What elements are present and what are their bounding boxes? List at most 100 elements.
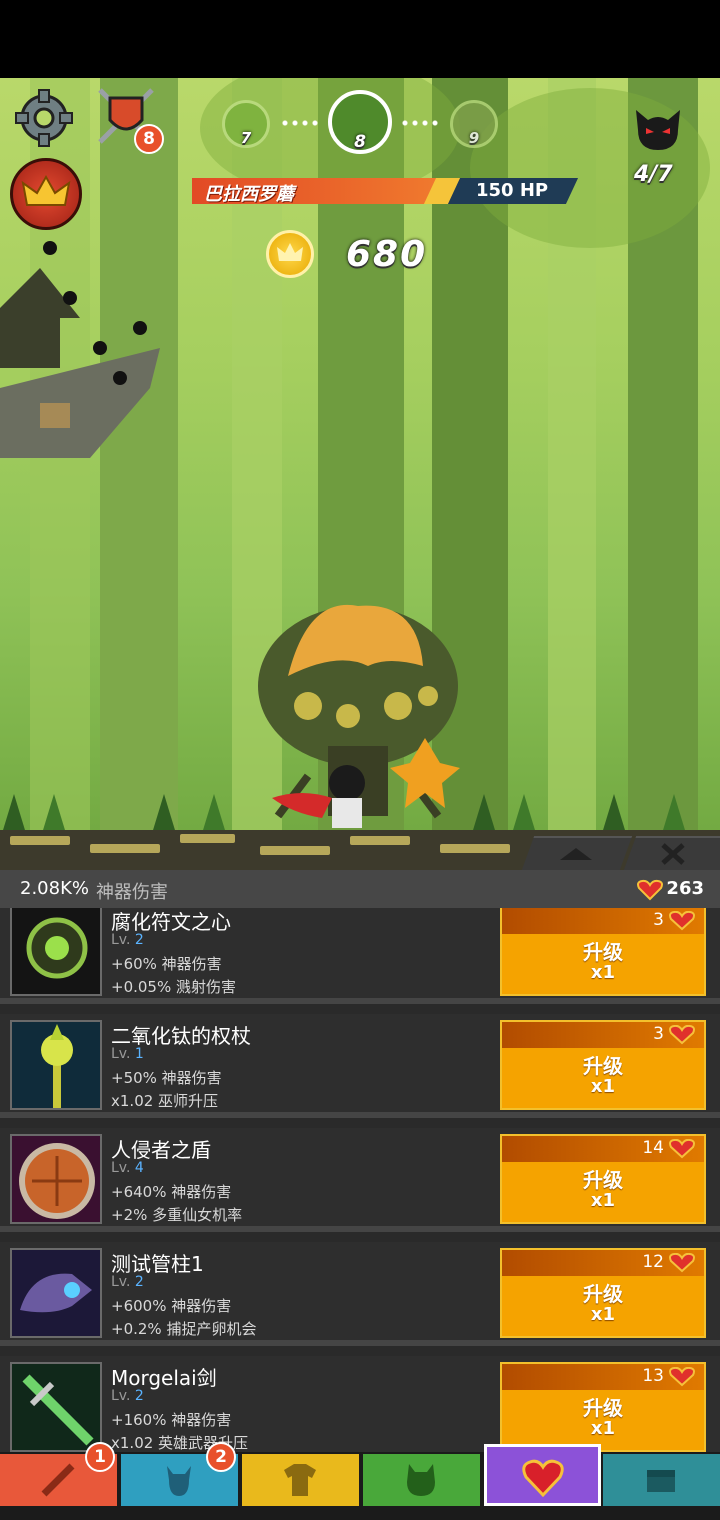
stage-prev[interactable]: 7 <box>222 100 270 148</box>
boss-hp-text: 150 HP <box>476 180 549 201</box>
artifact-level: Lv. 2 <box>111 1388 144 1404</box>
hero-icon <box>167 1466 191 1496</box>
gold-coin-icon <box>266 230 314 278</box>
artifact-damage-value: 2.08K% <box>20 878 89 899</box>
artifact-effect-secondary: +2% 多重仙女机率 <box>111 1206 243 1224</box>
relic-heart-icon <box>669 911 695 931</box>
artifact-level: Lv. 2 <box>111 1274 144 1290</box>
upgrade-label: 升级 <box>583 1168 623 1192</box>
stage-current[interactable]: 8 <box>328 90 392 154</box>
sword-icon <box>41 1463 75 1497</box>
boss-hp-bar: 巴拉西罗蘑 150 HP <box>192 178 580 205</box>
upgrade-button[interactable]: 3 升级 x1 <box>500 908 706 996</box>
tab-artifacts[interactable] <box>484 1444 601 1506</box>
upgrade-multiplier: x1 <box>590 1190 616 1211</box>
artifact-damage-label: 神器伤害 <box>96 882 168 903</box>
list-item: 腐化符文之心 Lv. 2 +60% 神器伤害 +0.05% 溅射伤害 3 升级 … <box>0 908 720 1004</box>
artifact-heart-icon <box>522 1459 564 1498</box>
upgrade-label: 升级 <box>583 1054 623 1078</box>
stage-next-number: 9 <box>468 129 480 147</box>
upgrade-button[interactable]: 12 升级 x1 <box>500 1248 706 1338</box>
boss-name: 巴拉西罗蘑 <box>204 184 294 205</box>
close-icon <box>661 843 685 865</box>
fire-pet-icon <box>390 738 460 808</box>
artifact-name: 测试管柱1 <box>111 1252 204 1276</box>
pet-icon <box>407 1464 435 1496</box>
artifact-name: 人侵者之盾 <box>111 1138 211 1162</box>
artifact-effect-primary: +160% 神器伤害 <box>111 1411 232 1429</box>
airship-icon <box>0 241 160 458</box>
upgrade-label: 升级 <box>583 1396 623 1420</box>
artifact-name: 二氧化钛的权杖 <box>111 1024 251 1048</box>
list-item: 测试管柱1 Lv. 2 +600% 神器伤害 +0.2% 捕捉产卵机会 12 升… <box>0 1242 720 1346</box>
stage-dots <box>280 120 320 126</box>
artifact-effect-secondary: +0.2% 捕捉产卵机会 <box>111 1320 257 1338</box>
stage-prev-number: 7 <box>240 129 252 147</box>
relic-heart-icon <box>669 1367 695 1387</box>
artifact-effect-secondary: x1.02 巫师升压 <box>111 1092 219 1110</box>
relic-heart-icon <box>669 1025 695 1045</box>
artifact-effect-primary: +50% 神器伤害 <box>111 1069 222 1087</box>
relic-heart-icon <box>637 879 663 901</box>
notification-badge: 2 <box>206 1442 236 1472</box>
relic-heart-icon <box>669 1253 695 1273</box>
upgrade-cost: 3 <box>653 910 664 930</box>
upgrade-button[interactable]: 14 升级 x1 <box>500 1134 706 1224</box>
tab-sword[interactable]: 1 <box>0 1442 117 1506</box>
upgrade-button[interactable]: 13 升级 x1 <box>500 1362 706 1452</box>
artifact-effect-secondary: +0.05% 溅射伤害 <box>111 978 236 996</box>
notification-badge: 8 <box>134 124 164 154</box>
artifact-name: 腐化符文之心 <box>111 910 231 934</box>
wave-progress: 4/7 <box>634 162 673 187</box>
shirt-icon <box>284 1464 316 1496</box>
tab-pets[interactable] <box>363 1454 480 1506</box>
list-item: Morgelai剑 Lv. 2 +160% 神器伤害 x1.02 英雄武器升压 … <box>0 1356 720 1452</box>
clan-shield-button[interactable]: 8 <box>96 86 166 156</box>
upgrade-multiplier: x1 <box>590 1076 616 1097</box>
artifact-thumbnail <box>10 908 102 996</box>
relic-count: 263 <box>666 878 704 899</box>
hero-icon <box>272 765 365 828</box>
demon-icon[interactable] <box>632 106 684 152</box>
upgrade-cost: 13 <box>642 1366 664 1386</box>
artifact-thumbnail <box>10 1248 102 1338</box>
upgrade-cost: 14 <box>642 1138 664 1158</box>
relic-heart-icon <box>669 1139 695 1159</box>
panel-controls <box>0 836 720 870</box>
upgrade-label: 升级 <box>583 940 623 964</box>
artifact-name: Morgelai剑 <box>111 1366 217 1390</box>
artifact-summary-bar: 2.08K% 神器伤害 263 <box>0 870 720 908</box>
stage-dots <box>400 120 440 126</box>
upgrade-cost: 12 <box>642 1252 664 1272</box>
upgrade-multiplier: x1 <box>590 962 616 983</box>
crown-icon <box>21 174 71 206</box>
tab-shop[interactable] <box>603 1454 720 1506</box>
artifact-thumbnail <box>10 1020 102 1110</box>
game-screen: 8 7 8 9 巴拉西罗蘑 150 HP 4/7 680 2.08K% 神器伤害… <box>0 0 720 1520</box>
artifact-effect-primary: +600% 神器伤害 <box>111 1297 232 1315</box>
stage-next[interactable]: 9 <box>450 100 498 148</box>
upgrade-multiplier: x1 <box>590 1304 616 1325</box>
list-item: 二氧化钛的权杖 Lv. 1 +50% 神器伤害 x1.02 巫师升压 3 升级 … <box>0 1014 720 1118</box>
artifact-thumbnail <box>10 1362 102 1452</box>
upgrade-multiplier: x1 <box>590 1418 616 1439</box>
chevron-up-icon <box>560 848 592 860</box>
tab-heroes[interactable]: 2 <box>121 1442 238 1506</box>
artifact-list[interactable]: 腐化符文之心 Lv. 2 +60% 神器伤害 +0.05% 溅射伤害 3 升级 … <box>0 908 720 1452</box>
gear-icon[interactable] <box>14 88 74 148</box>
tab-equipment[interactable] <box>242 1454 359 1506</box>
upgrade-cost: 3 <box>653 1024 664 1044</box>
artifact-level: Lv. 4 <box>111 1160 144 1176</box>
artifact-level: Lv. 1 <box>111 1046 144 1062</box>
shop-chest-icon <box>647 1470 675 1492</box>
artifact-level: Lv. 2 <box>111 932 144 948</box>
crown-button[interactable] <box>10 158 82 230</box>
upgrade-label: 升级 <box>583 1282 623 1306</box>
forest-battle-scene[interactable]: 8 7 8 9 巴拉西罗蘑 150 HP 4/7 680 <box>0 78 720 870</box>
artifact-thumbnail <box>10 1134 102 1224</box>
stage-current-number: 8 <box>354 132 366 152</box>
upgrade-button[interactable]: 3 升级 x1 <box>500 1020 706 1110</box>
bottom-nav: 1 2 <box>0 1442 720 1520</box>
list-item: 人侵者之盾 Lv. 4 +640% 神器伤害 +2% 多重仙女机率 14 升级 … <box>0 1128 720 1232</box>
artifact-effect-primary: +60% 神器伤害 <box>111 955 222 973</box>
